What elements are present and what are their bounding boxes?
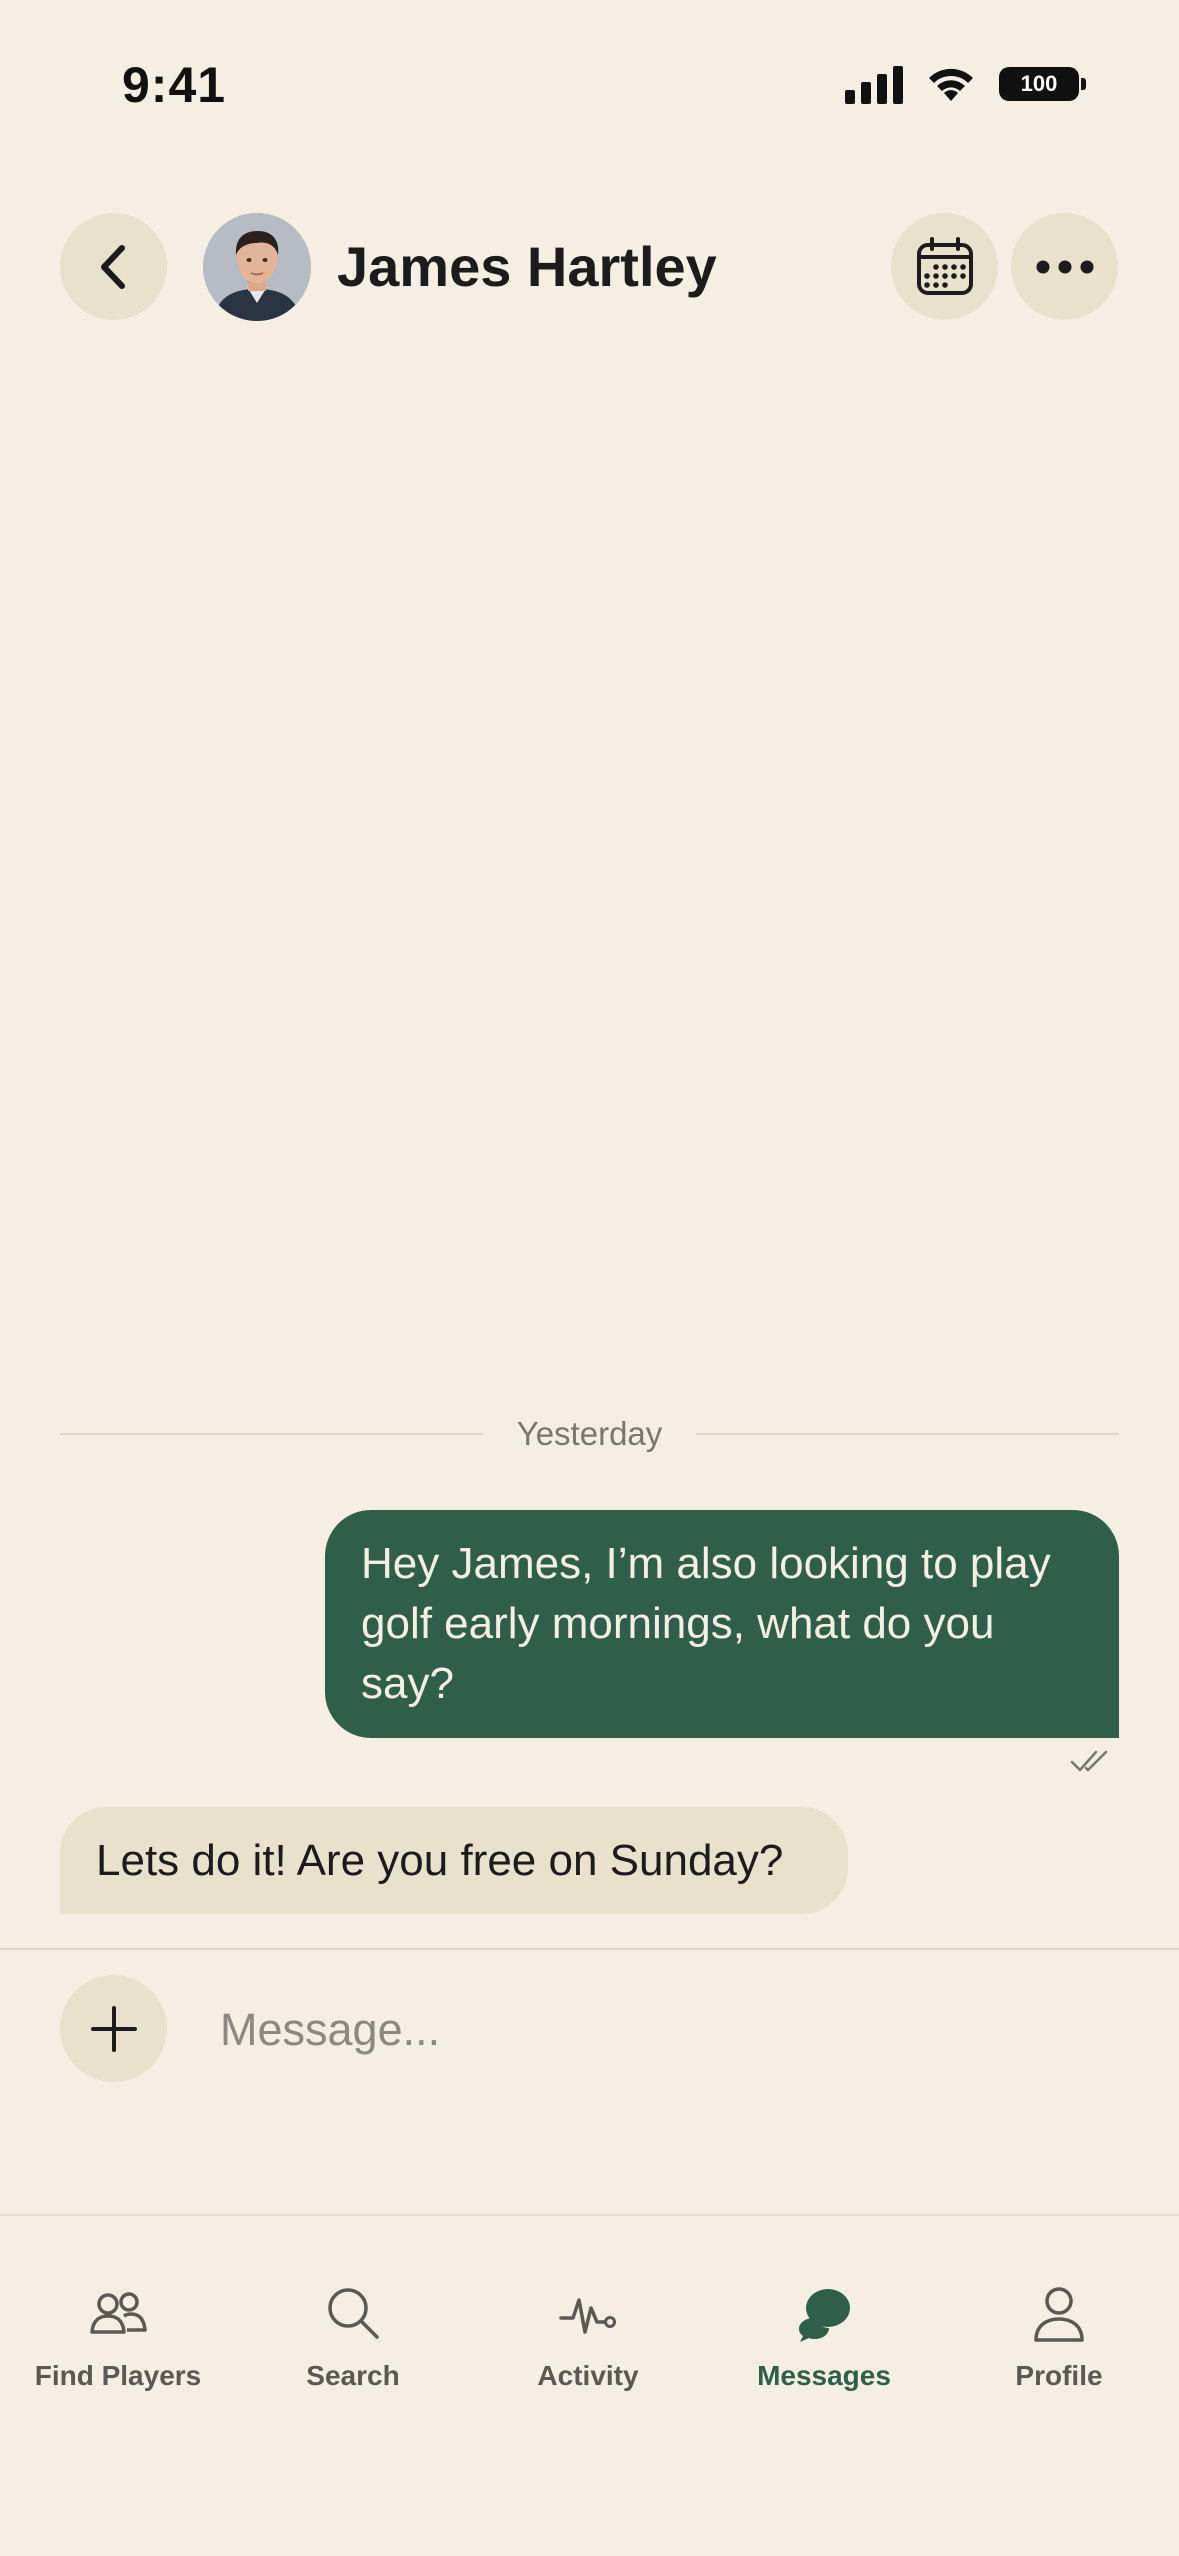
chat-screen: 9:41 100 James Hartley Yesterday Hey Jam… [0,0,1179,2556]
pulse-icon [559,2298,616,2334]
avatar-portrait [203,213,311,321]
tab-search[interactable]: Search [235,2282,471,2392]
divider-line [60,1433,483,1435]
status-time: 9:41 [122,57,227,113]
tab-label: Find Players [34,2360,202,2391]
search-icon [328,2288,379,2339]
contact-name[interactable]: James Hartley [337,234,717,299]
battery-icon: 100 [999,67,1086,101]
double-check-icon [1070,1750,1108,1772]
back-button[interactable] [60,213,167,320]
person-icon [1034,2287,1084,2342]
tab-label: Messages [757,2360,891,2391]
tab-label: Profile [1015,2360,1103,2391]
add-attachment-button[interactable] [60,1975,167,2082]
tab-label: Search [306,2360,400,2391]
tabbar-divider [0,2214,1179,2216]
tab-find-players[interactable]: Find Players [0,2282,236,2392]
tab-profile[interactable]: Profile [941,2282,1177,2392]
date-label: Yesterday [516,1415,663,1452]
chat-bubbles-icon [799,2289,850,2342]
composer-divider [0,1948,1179,1950]
people-icon [90,2292,147,2334]
date-divider: Yesterday [60,1412,1119,1456]
message-input[interactable] [220,1990,1100,2070]
tab-messages[interactable]: Messages [706,2282,942,2392]
divider-line [696,1433,1119,1435]
status-icons: 100 [845,64,1086,104]
wifi-icon [929,68,973,101]
outgoing-message-bubble[interactable]: Hey James, I’m also looking to play golf… [325,1510,1119,1738]
contact-avatar[interactable] [203,213,311,321]
tab-activity[interactable]: Activity [470,2282,706,2392]
ellipsis-icon [1036,260,1093,273]
chevron-left-icon [100,244,125,289]
battery-level: 100 [1020,71,1058,96]
calendar-icon [916,236,973,295]
cellular-signal-icon [845,64,903,104]
schedule-button[interactable] [891,213,998,320]
more-options-button[interactable] [1011,213,1118,320]
incoming-message-bubble[interactable]: Lets do it! Are you free on Sunday? [60,1807,848,1914]
plus-icon [90,2005,137,2052]
tab-label: Activity [537,2360,639,2391]
